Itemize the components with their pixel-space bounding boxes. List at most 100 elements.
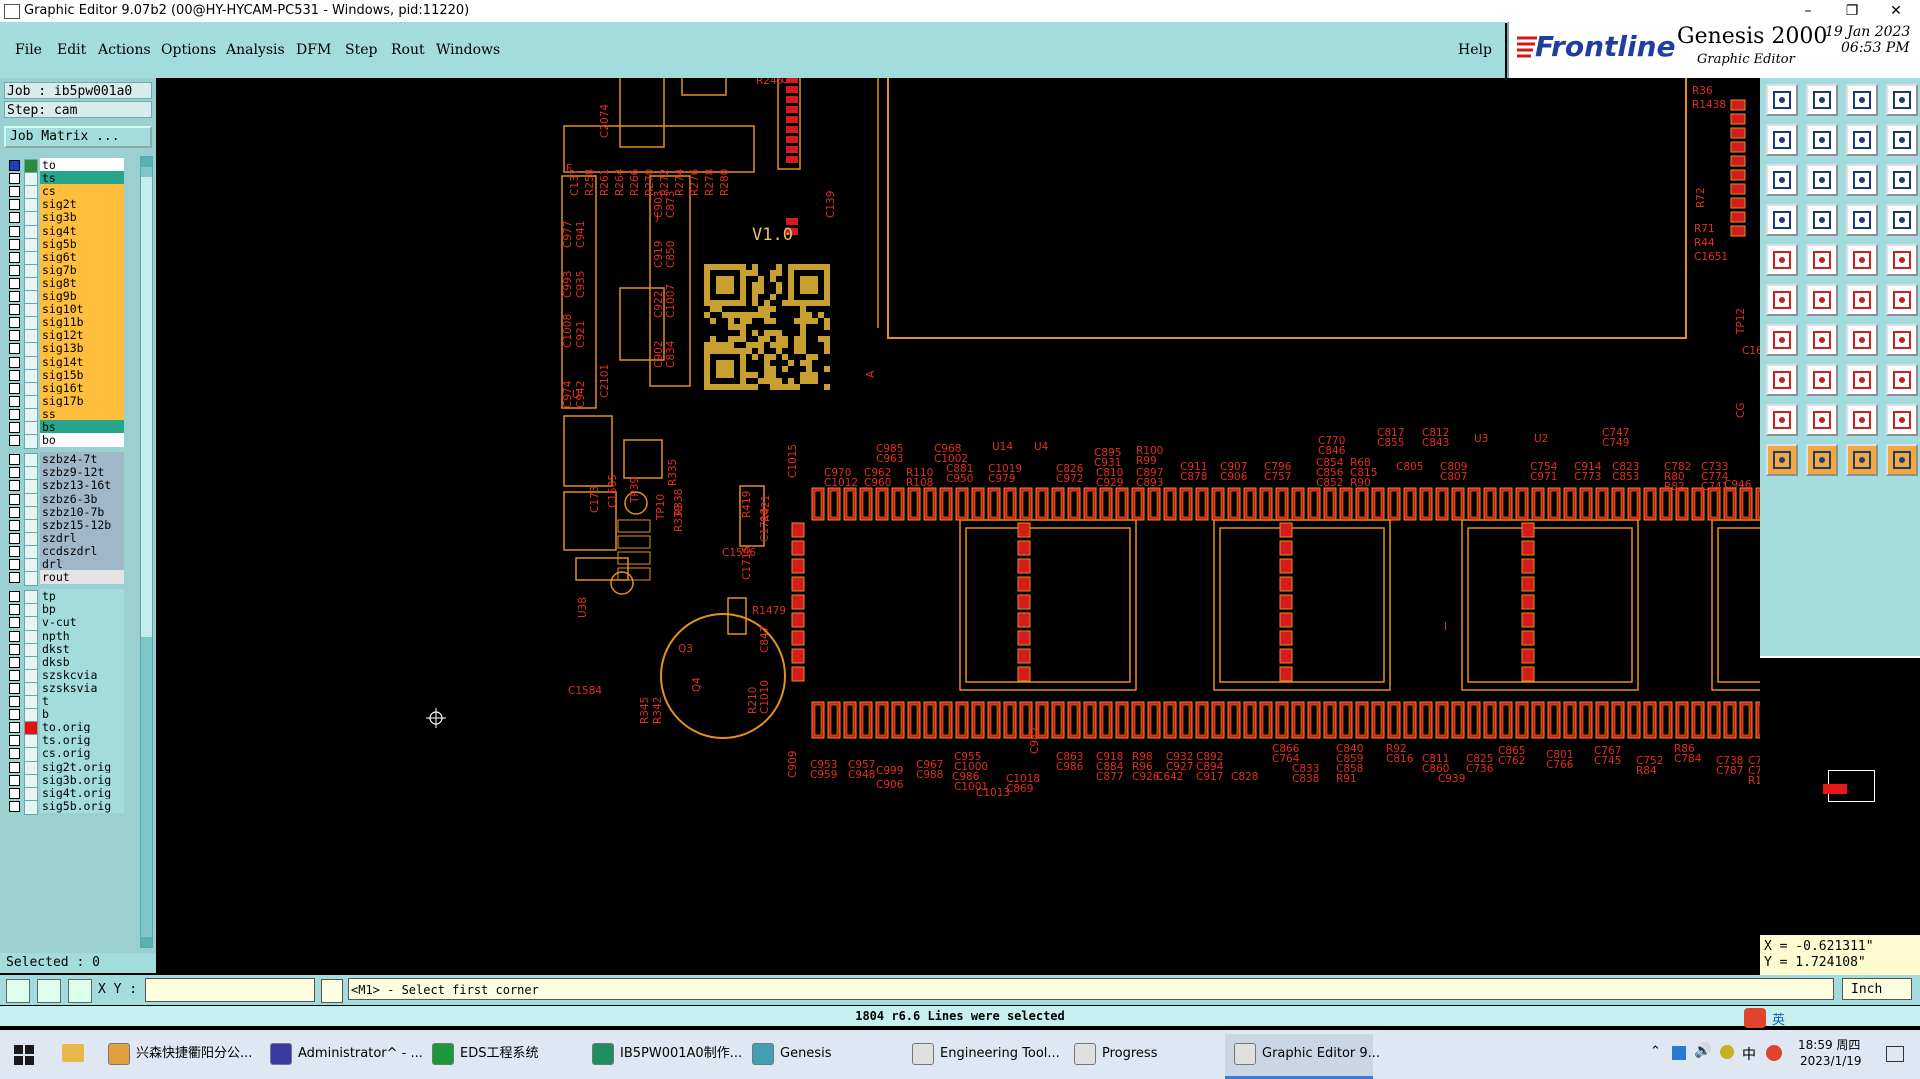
triangle-c-icon[interactable]: [1886, 404, 1918, 436]
layer-name[interactable]: sig2t.orig: [40, 759, 124, 774]
pointer-sel-icon[interactable]: [1806, 444, 1838, 476]
layer-checkbox[interactable]: [9, 304, 20, 316]
layer-checkbox[interactable]: [9, 493, 20, 505]
layer-checkbox[interactable]: [9, 264, 20, 276]
layer-checkbox[interactable]: [9, 238, 20, 250]
layer-name[interactable]: drl: [40, 557, 124, 571]
layer-checkbox[interactable]: [9, 382, 20, 394]
layer-name[interactable]: sig2t: [40, 197, 124, 212]
layer-row[interactable]: rout: [4, 570, 124, 587]
layer-checkbox[interactable]: [9, 591, 20, 603]
tray-ime-icon[interactable]: [1720, 1045, 1734, 1059]
slash-icon[interactable]: [1806, 324, 1838, 356]
netlist-icon[interactable]: [1766, 204, 1798, 236]
menu-file[interactable]: File: [15, 42, 42, 58]
snapshot-icon[interactable]: [1766, 244, 1798, 276]
layer-checkbox[interactable]: [9, 617, 20, 629]
clock-date[interactable]: 2023/1/19: [1800, 1054, 1862, 1068]
layer-name[interactable]: sig5b: [40, 236, 124, 251]
tray-sogou-icon[interactable]: [1766, 1045, 1782, 1061]
layer-checkbox[interactable]: [9, 787, 20, 799]
layer-checkbox[interactable]: [9, 774, 20, 786]
menu-help[interactable]: Help: [1458, 42, 1492, 58]
layer-checkbox[interactable]: [9, 656, 20, 668]
layer-checkbox[interactable]: [9, 343, 20, 355]
layer-name[interactable]: ccdszdrl: [40, 543, 124, 558]
layer-checkbox[interactable]: [9, 532, 20, 544]
line-icon[interactable]: [1766, 324, 1798, 356]
layer-checkbox[interactable]: [9, 506, 20, 518]
trace-icon[interactable]: [1886, 324, 1918, 356]
zoom-out-icon[interactable]: [1806, 124, 1838, 156]
taskbar-item[interactable]: IB5PW001A0制作...: [592, 1038, 742, 1070]
layer-name[interactable]: sig16t: [40, 380, 124, 395]
menu-edit[interactable]: Edit: [57, 42, 86, 58]
layer-name[interactable]: szbz9-12t: [40, 465, 124, 480]
layer-name[interactable]: dksb: [40, 654, 124, 669]
component-icon[interactable]: [1846, 364, 1878, 396]
help-icon[interactable]: [1886, 164, 1918, 196]
layer-name[interactable]: sig4t.orig: [40, 785, 124, 800]
layer-row[interactable]: bo: [4, 433, 124, 450]
scale-icon[interactable]: [1846, 164, 1878, 196]
tray-language[interactable]: 中: [1742, 1044, 1756, 1064]
cross-icon[interactable]: [1806, 284, 1838, 316]
layer-name[interactable]: to: [40, 158, 124, 172]
tray-volume-icon[interactable]: 🔊: [1694, 1043, 1711, 1059]
ime-toolbar[interactable]: 英: [1744, 1008, 1914, 1028]
layer-name[interactable]: sig10t: [40, 302, 124, 317]
split-view-icon[interactable]: [1886, 84, 1918, 116]
menu-dfm[interactable]: DFM: [296, 42, 331, 58]
layer-checkbox[interactable]: [9, 454, 20, 466]
layer-color-swatch[interactable]: [24, 571, 38, 587]
tray-network-icon[interactable]: [1672, 1046, 1686, 1060]
layer-name[interactable]: bo: [40, 433, 124, 448]
layer-name[interactable]: sig5b.orig: [40, 798, 124, 813]
layer-name[interactable]: bs: [40, 420, 124, 434]
menu-rout[interactable]: Rout: [391, 42, 425, 58]
home-icon[interactable]: [1846, 84, 1878, 116]
close-button[interactable]: ✕: [1874, 0, 1918, 22]
layer-name[interactable]: sig3b.orig: [40, 772, 124, 787]
layer-checkbox[interactable]: [9, 160, 20, 171]
taskbar-item[interactable]: Genesis: [752, 1038, 831, 1070]
layer-name[interactable]: sig17b: [40, 393, 124, 408]
layer-name[interactable]: sig3b: [40, 210, 124, 225]
layer-name[interactable]: szbz4-7t: [40, 452, 124, 467]
layer-name[interactable]: cs: [40, 184, 124, 199]
layer-name[interactable]: szbz13-16t: [40, 478, 124, 493]
layer-checkbox[interactable]: [9, 173, 20, 185]
layer-checkbox[interactable]: [9, 572, 20, 584]
layer-name[interactable]: to.orig: [40, 720, 124, 735]
clock-time[interactable]: 18:59 周四: [1798, 1036, 1860, 1053]
pad-icon[interactable]: [1886, 244, 1918, 276]
layer-checkbox[interactable]: [9, 519, 20, 531]
layer-checkbox[interactable]: [9, 735, 20, 747]
zoom-home-icon[interactable]: [1766, 84, 1798, 116]
layer-color-swatch[interactable]: [24, 434, 38, 450]
measure-icon[interactable]: [37, 979, 61, 1003]
layer-name[interactable]: szskcvia: [40, 667, 124, 682]
layer-name[interactable]: tp: [40, 589, 124, 604]
taskbar-item[interactable]: Graphic Editor 9...: [1234, 1038, 1380, 1070]
file-explorer-icon[interactable]: [62, 1044, 84, 1062]
menu-analysis[interactable]: Analysis: [226, 42, 285, 58]
layer-name[interactable]: szbz6-3b: [40, 491, 124, 506]
menu-actions[interactable]: Actions: [98, 42, 151, 58]
windows-start-icon[interactable]: [14, 1045, 34, 1065]
layer-checkbox[interactable]: [9, 669, 20, 681]
triangle-a-icon[interactable]: [1806, 404, 1838, 436]
layer-checkbox[interactable]: [9, 225, 20, 237]
minimize-button[interactable]: –: [1786, 0, 1830, 22]
layer-checkbox[interactable]: [9, 186, 20, 198]
layer-name[interactable]: sig14t: [40, 354, 124, 369]
layer-checkbox[interactable]: [9, 467, 20, 479]
zoom-in-icon[interactable]: [1766, 124, 1798, 156]
layer-checkbox[interactable]: [9, 722, 20, 734]
ruler-icon[interactable]: [1846, 244, 1878, 276]
layer-checkbox[interactable]: [9, 800, 20, 812]
layer-checkbox[interactable]: [9, 395, 20, 407]
layer-name[interactable]: sig7b: [40, 262, 124, 277]
layer-checkbox[interactable]: [9, 356, 20, 368]
notification-icon[interactable]: [1886, 1046, 1904, 1062]
